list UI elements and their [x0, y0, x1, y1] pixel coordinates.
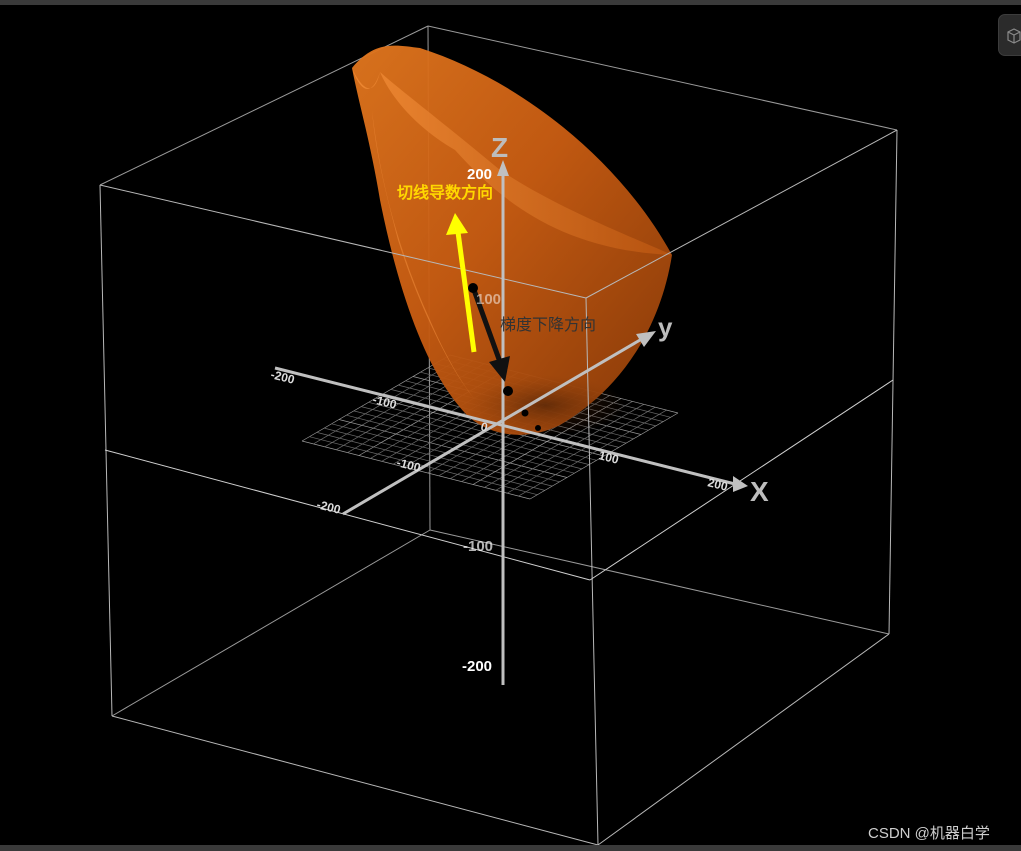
descent-point	[535, 425, 541, 431]
tangent-annotation: 切线导数方向	[397, 183, 493, 202]
paraboloid-surface	[352, 45, 672, 435]
y-axis-label: y	[658, 312, 673, 342]
surface-plot-3d[interactable]: Z X y 200 100 -100 -200 -200 -100 0 100 …	[0, 0, 1021, 851]
z-tick-label: -200	[462, 658, 492, 675]
cube-icon	[1007, 28, 1021, 44]
window-bottom-border	[0, 845, 1021, 851]
watermark: CSDN @机器白学	[868, 825, 990, 842]
y-tick-label: -200	[315, 497, 342, 516]
x-tick-label: -100	[371, 392, 398, 411]
x-tick-label: 100	[597, 448, 620, 467]
view-cube-button[interactable]	[998, 14, 1021, 56]
descent-point	[503, 386, 513, 396]
descent-point	[521, 409, 529, 417]
z-tick-label: -100	[463, 538, 493, 555]
x-tick-label: 200	[706, 475, 729, 494]
x-axis-label: X	[750, 476, 769, 507]
gradient-annotation: 梯度下降方向	[500, 316, 596, 334]
x-axis-arrowhead	[733, 476, 748, 492]
z-tick-label: 200	[467, 166, 492, 183]
z-axis-label: Z	[491, 132, 508, 163]
z-tick-label: 100	[476, 291, 501, 308]
x-tick-label: -200	[269, 367, 296, 386]
